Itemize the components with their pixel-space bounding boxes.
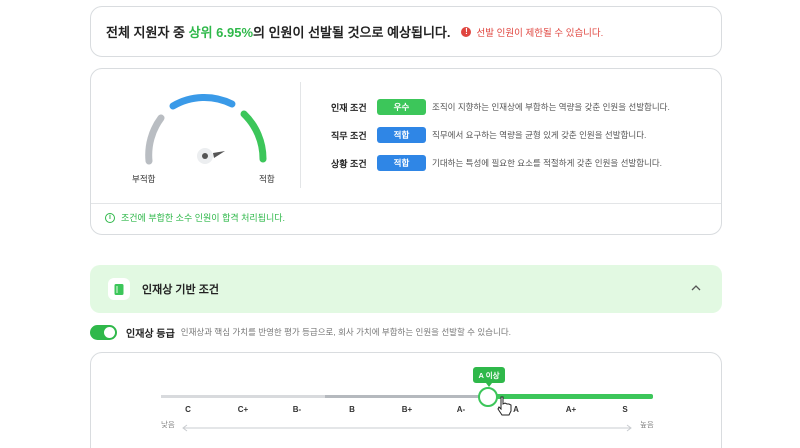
condition-desc: 조직이 지향하는 인재상에 부합하는 역량을 갖춘 인원을 선발합니다.: [432, 102, 670, 112]
gauge-needle: [213, 151, 225, 158]
footnote-text: 조건에 부합한 소수 인원이 합격 처리됩니다.: [121, 213, 286, 223]
condition-situation: 상황 조건 적합 기대하는 특성에 필요한 요소를 적절하게 갖춘 인원을 선발…: [331, 155, 662, 171]
condition-badge[interactable]: 적합: [377, 127, 426, 143]
toggle-desc: 인재상과 핵심 가치를 반영한 평가 등급으로, 회사 가치에 부합하는 인원을…: [180, 327, 512, 337]
selection-notice: 전체 지원자 중 상위 6.95%의 인원이 선발될 것으로 예상됩니다. ! …: [90, 6, 722, 57]
condition-talent: 인재 조건 우수 조직이 지향하는 인재상에 부합하는 역량을 갖춘 인원을 선…: [331, 99, 670, 115]
grade-slider[interactable]: [91, 353, 721, 448]
slider-segment-low: [161, 395, 325, 398]
hand-cursor-icon: [497, 396, 512, 416]
grade-tick: A-: [456, 405, 466, 414]
condition-name: 인재 조건: [331, 102, 367, 113]
notice-text: 전체 지원자 중 상위 6.95%의 인원이 선발될 것으로 예상됩니다.: [106, 22, 450, 41]
grade-tick: C+: [237, 405, 249, 414]
card-divider: [91, 203, 721, 204]
gauge-divider: [300, 82, 301, 188]
grade-tick: B-: [292, 405, 302, 414]
footnote: i 조건에 부합한 소수 인원이 합격 처리됩니다.: [105, 211, 285, 224]
chevron-up-icon[interactable]: [690, 282, 702, 294]
grade-tick: A+: [565, 405, 577, 414]
talent-grade-toggle-row: 인재상 등급 인재상과 핵심 가치를 반영한 평가 등급으로, 회사 가치에 부…: [90, 324, 511, 340]
grade-tick: C: [185, 405, 191, 414]
slider-segment-mid: [325, 395, 489, 398]
talent-section-header[interactable]: 인재상 기반 조건: [90, 265, 722, 313]
section-title: 인재상 기반 조건: [142, 284, 219, 296]
gauge-arc-mid: [169, 94, 236, 110]
toggle-knob: [104, 326, 115, 338]
toggle-title: 인재상 등급: [126, 328, 175, 340]
warning-message: ! 선발 인원이 제한될 수 있습니다.: [461, 25, 603, 39]
gauge-low-label: 부적합: [132, 174, 156, 184]
condition-name: 상황 조건: [331, 158, 367, 169]
scale-high-label: 높음: [640, 420, 654, 429]
condition-badge[interactable]: 우수: [377, 99, 426, 115]
book-icon: [108, 278, 130, 300]
talent-grade-toggle[interactable]: [90, 324, 117, 340]
gauge-high-label: 적합: [259, 174, 275, 184]
condition-name: 직무 조건: [331, 130, 367, 141]
gauge-arc-high: [240, 110, 267, 163]
scale-low-label: 낮음: [161, 420, 175, 429]
notice-highlight: 상위 6.95%: [188, 25, 254, 40]
warning-icon: !: [461, 26, 472, 37]
grade-tick: S: [622, 405, 628, 414]
notice-prefix: 전체 지원자 중: [106, 25, 189, 40]
grade-tick: B: [349, 405, 355, 414]
info-icon: i: [105, 212, 115, 223]
grade-tick: B+: [401, 405, 413, 414]
fit-gauge-card: 부적합 적합 인재 조건 우수 조직이 지향하는 인재상에 부합하는 역량을 갖…: [90, 68, 722, 235]
condition-job: 직무 조건 적합 직무에서 요구하는 역량을 균형 있게 갖춘 인원을 선발합니…: [331, 127, 646, 143]
grade-slider-card: A 이상 C C+ B- B B+ A- A A+ S 낮음 높음: [90, 352, 722, 448]
condition-desc: 직무에서 요구하는 역량을 균형 있게 갖춘 인원을 선발합니다.: [432, 130, 647, 140]
slider-thumb[interactable]: [478, 387, 498, 407]
gauge-needle-center: [202, 153, 208, 159]
slider-segment-selected: [489, 394, 653, 399]
condition-desc: 기대하는 특성에 필요한 요소를 적절하게 갖춘 인원을 선발합니다.: [432, 158, 663, 168]
condition-badge[interactable]: 적합: [377, 155, 426, 171]
notice-suffix: 의 인원이 선발될 것으로 예상됩니다.: [253, 25, 451, 40]
grade-tick: A: [513, 405, 519, 414]
gauge-arc-low: [145, 114, 165, 165]
warning-text: 선발 인원이 제한될 수 있습니다.: [476, 27, 604, 39]
